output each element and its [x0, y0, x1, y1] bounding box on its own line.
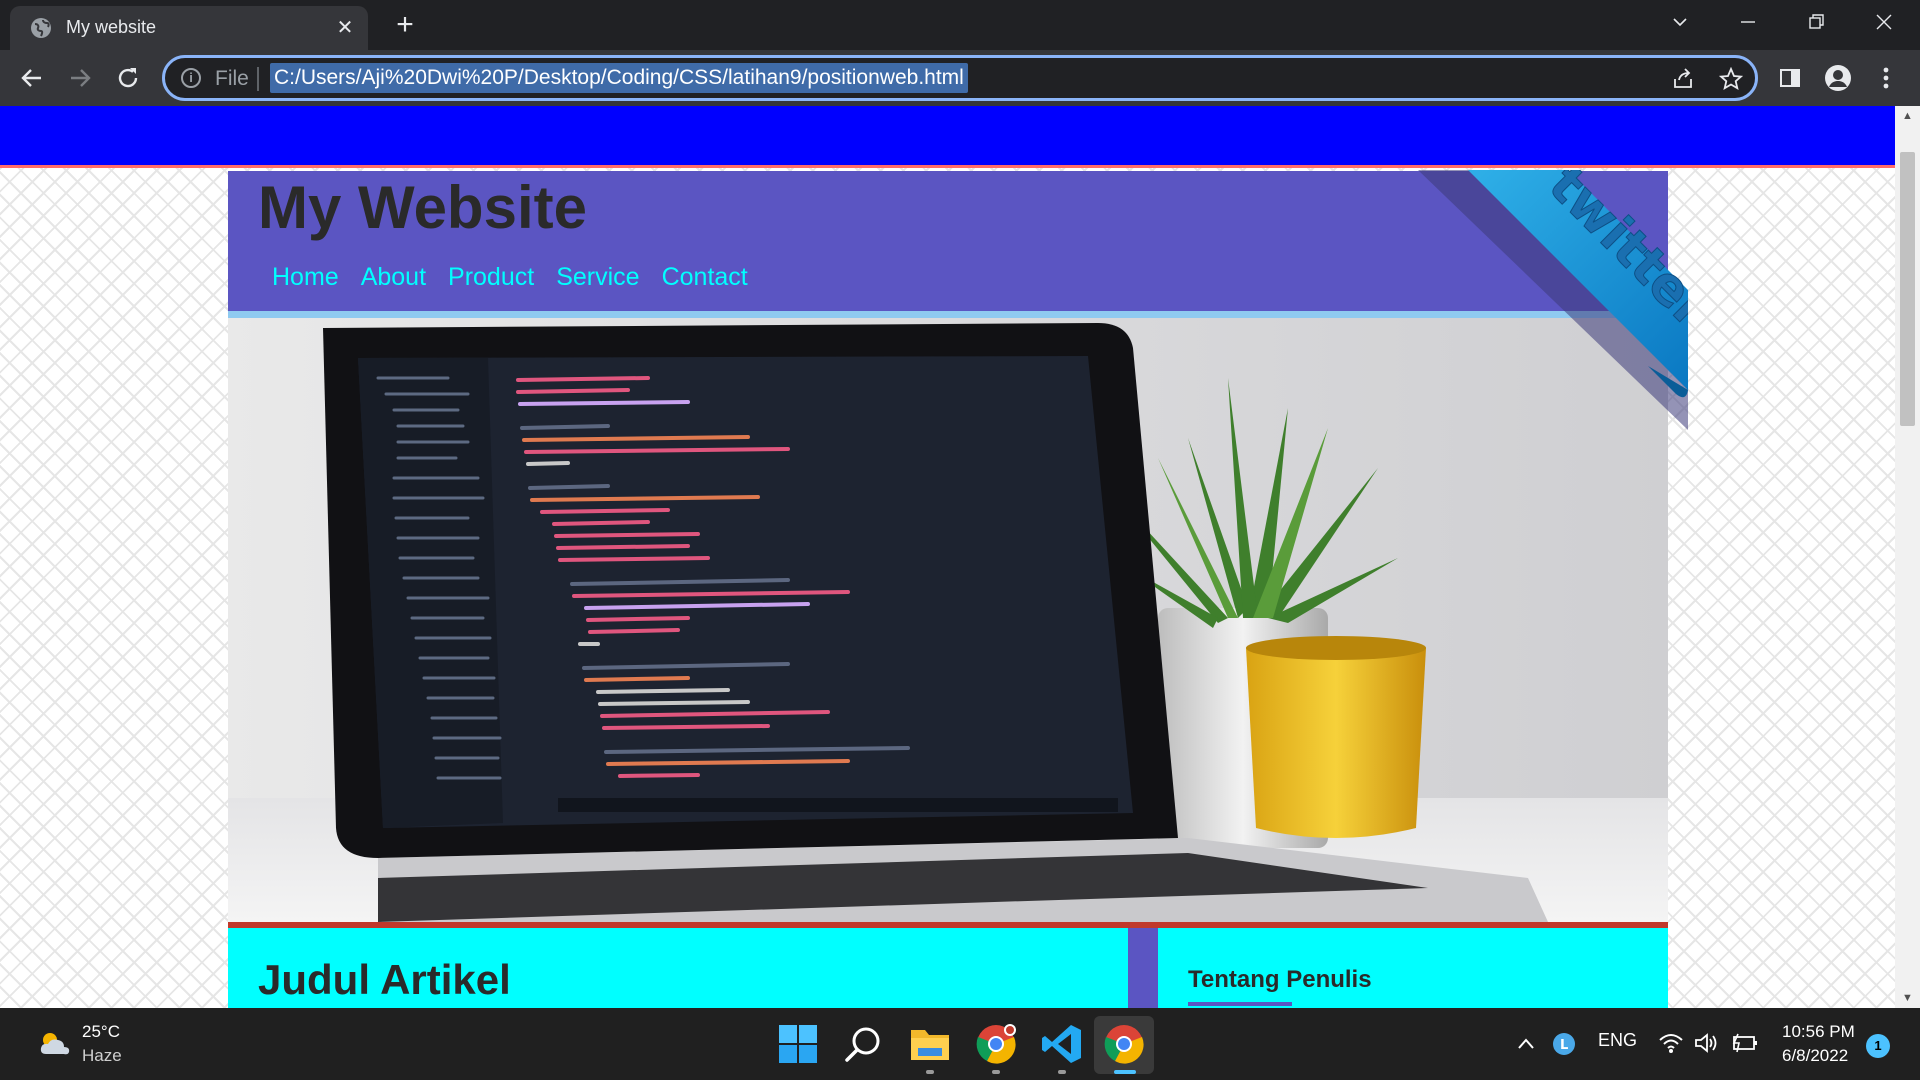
sidebar-title: Tentang Penulis — [1188, 966, 1372, 993]
browser-toolbar: i File C:/Users/Aji%20Dwi%20P/Desktop/Co… — [0, 50, 1920, 106]
column-gutter — [1128, 928, 1158, 1008]
weather-haze-icon[interactable] — [38, 1028, 72, 1058]
search-icon[interactable] — [842, 1022, 886, 1066]
nav-home[interactable]: Home — [272, 263, 339, 292]
close-window-icon[interactable] — [1854, 0, 1914, 44]
chevron-up-icon[interactable] — [1516, 1036, 1536, 1052]
main-nav: Home About Product Service Contact — [272, 263, 748, 292]
language-indicator[interactable]: ENG — [1598, 1030, 1637, 1051]
page-viewport: My Website Home About Product Service Co… — [0, 106, 1920, 1008]
twitter-ribbon[interactable]: twitter — [1418, 170, 1688, 470]
globe-icon — [31, 18, 51, 38]
nav-about[interactable]: About — [361, 263, 426, 292]
url-separator — [257, 67, 259, 91]
tab-strip: My website ✕ + — [0, 0, 1920, 50]
running-indicator — [926, 1070, 934, 1074]
notification-badge[interactable]: 1 — [1866, 1034, 1890, 1058]
clock-date[interactable]: 6/8/2022 — [1782, 1046, 1848, 1066]
nav-contact[interactable]: Contact — [662, 263, 748, 292]
bookmark-star-icon[interactable] — [1717, 65, 1745, 93]
active-indicator — [1114, 1070, 1136, 1074]
profile-avatar-icon[interactable] — [1822, 62, 1854, 94]
weather-temp: 25°C — [82, 1022, 120, 1041]
top-bar — [0, 106, 1895, 168]
windows-taskbar: 25°C Haze L ENG 10:56 PM 6/8/2022 1 — [0, 1008, 1920, 1080]
vscode-icon[interactable] — [1040, 1022, 1084, 1066]
scroll-down-arrow-icon[interactable]: ▼ — [1895, 988, 1920, 1008]
article-column: Judul Artikel — [228, 928, 1128, 1008]
restore-icon[interactable] — [1786, 0, 1846, 44]
browser-tab[interactable]: My website ✕ — [10, 6, 368, 50]
menu-dots-icon[interactable] — [1870, 62, 1902, 94]
url-input[interactable]: C:/Users/Aji%20Dwi%20P/Desktop/Coding/CS… — [270, 63, 968, 93]
battery-icon[interactable] — [1730, 1032, 1758, 1054]
chrome-profile-icon[interactable] — [974, 1022, 1018, 1066]
windows-start-icon[interactable] — [776, 1022, 820, 1066]
nav-service[interactable]: Service — [556, 263, 639, 292]
reload-button[interactable] — [110, 60, 146, 96]
close-tab-icon[interactable]: ✕ — [332, 15, 358, 41]
language-bar-icon[interactable]: L — [1552, 1032, 1576, 1056]
new-tab-button[interactable]: + — [388, 8, 422, 42]
address-bar[interactable]: i File C:/Users/Aji%20Dwi%20P/Desktop/Co… — [162, 55, 1758, 101]
page-scrollbar[interactable]: ▲ ▼ — [1895, 106, 1920, 1008]
tab-title: My website — [66, 17, 157, 37]
volume-icon[interactable] — [1694, 1032, 1718, 1054]
tab-search-icon[interactable] — [1650, 0, 1710, 44]
sidebar-column: Tentang Penulis — [1158, 928, 1668, 1008]
scroll-up-arrow-icon[interactable]: ▲ — [1895, 106, 1920, 126]
running-indicator — [1058, 1070, 1066, 1074]
weather-desc: Haze — [82, 1046, 122, 1065]
back-button[interactable] — [14, 60, 50, 96]
nav-product[interactable]: Product — [448, 263, 534, 292]
scroll-thumb[interactable] — [1900, 152, 1915, 426]
forward-button[interactable] — [62, 60, 98, 96]
minimize-icon[interactable] — [1718, 0, 1778, 44]
wifi-icon[interactable] — [1658, 1032, 1684, 1054]
sidebar-title-underline — [1188, 1002, 1292, 1006]
article-title: Judul Artikel — [258, 956, 511, 1003]
share-icon[interactable] — [1669, 65, 1697, 93]
chrome-icon[interactable] — [1102, 1022, 1146, 1066]
info-icon[interactable]: i — [181, 68, 201, 88]
file-explorer-icon[interactable] — [908, 1022, 952, 1066]
side-panel-icon[interactable] — [1774, 62, 1806, 94]
site-title: My Website — [258, 174, 587, 241]
svg-text:L: L — [1560, 1038, 1568, 1053]
scheme-label: File — [215, 67, 249, 90]
clock-time[interactable]: 10:56 PM — [1782, 1022, 1855, 1042]
running-indicator — [992, 1070, 1000, 1074]
